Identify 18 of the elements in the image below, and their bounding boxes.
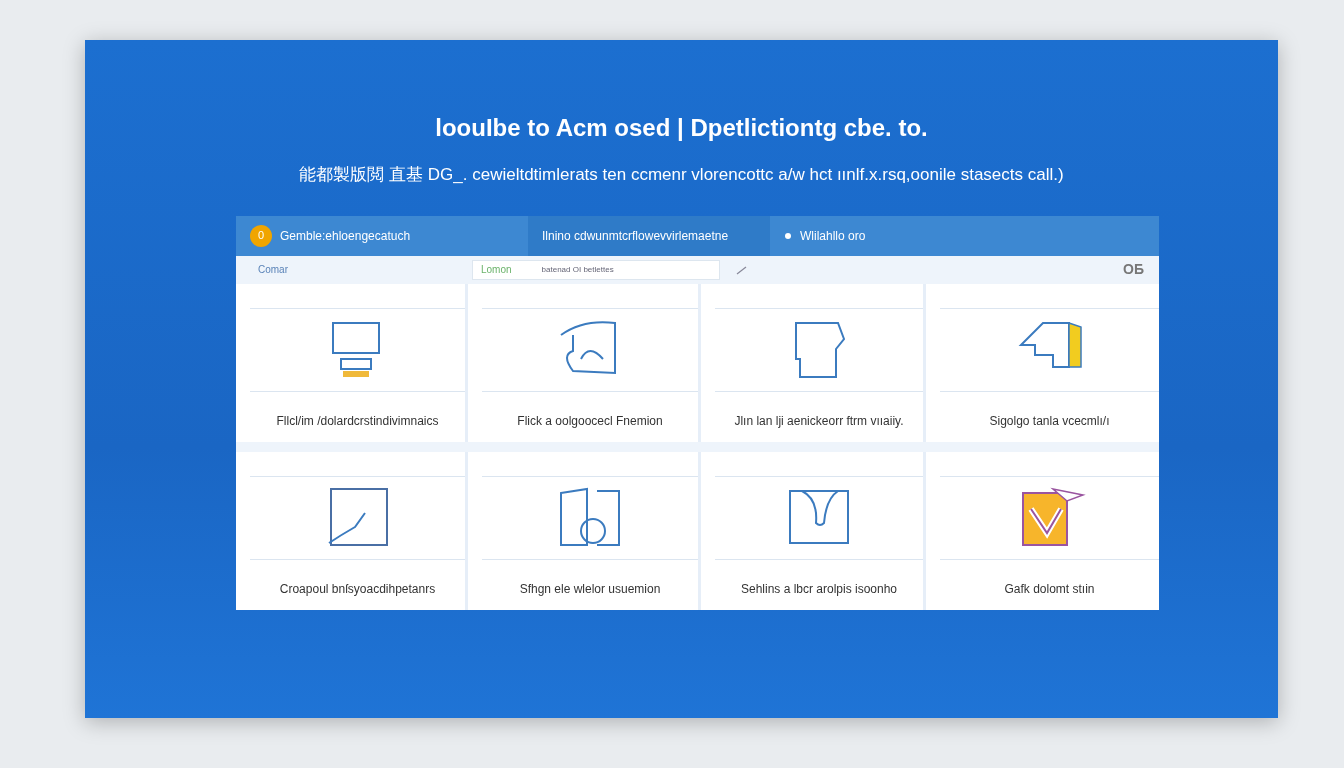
pen-icon[interactable]	[736, 264, 748, 275]
filter-label: Comar	[257, 263, 289, 277]
tile-caption: Flick a oolgoocecl Fnemion	[516, 412, 664, 430]
tile-caption: Sigolgo tanla vcecmlı/ı	[988, 412, 1111, 430]
header-tab[interactable]: Wlilahllo oro	[800, 226, 866, 245]
view-label: OБ	[1123, 260, 1144, 279]
tile-caption: Fllcl/im /dolardcrstindivimnaics	[275, 412, 440, 430]
tile-caption: Jlın lan lji aenickeorr ftrm vııaiiy.	[733, 412, 905, 430]
count-badge: 0	[250, 224, 272, 247]
header-tab[interactable]: Gemble:ehloengecatuch	[280, 226, 411, 245]
dot-icon	[784, 231, 792, 240]
page-title: loouIbe to Acm osed | Dpetlictiontg cbe. to.	[434, 113, 929, 143]
tile-caption: Croapoul bnſsyoacdihpetanrs	[278, 580, 437, 598]
tile-caption: Gafk dolomt stıin	[1003, 580, 1096, 598]
tile-caption: Sehlins a lbcr arolpis isoonho	[739, 580, 899, 598]
input-field[interactable]: Lomon batenad OI betlettes	[472, 259, 720, 280]
page-subtitle: 能都製版閲 直基 DG_. cewieltdtimlerats ten ccmenr vlorencottc a/w hct ıınlf.x.rsq,oonile stasects call.)	[298, 164, 1065, 186]
tile-caption: Sfhgn ele wlelor usuemion	[518, 580, 662, 598]
